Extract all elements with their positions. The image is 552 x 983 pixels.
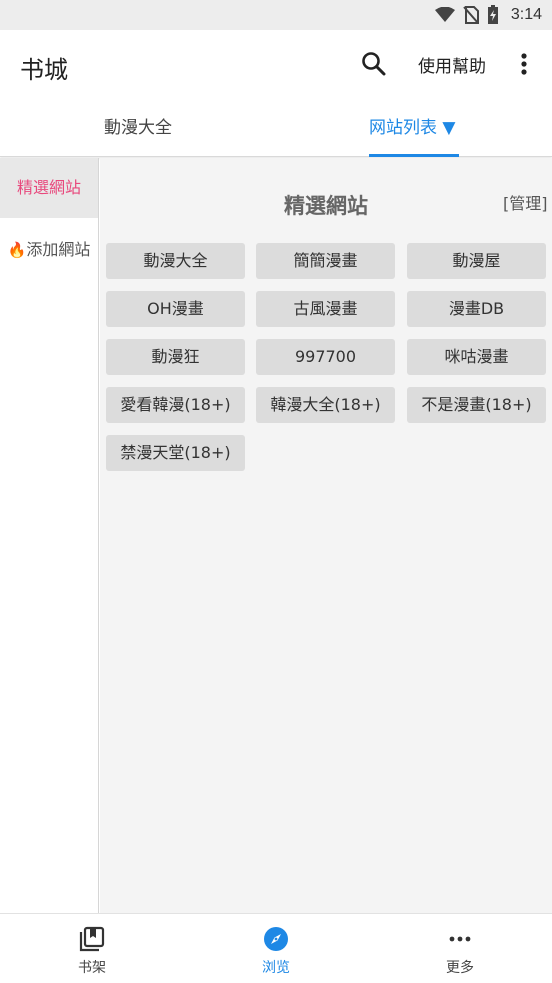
wifi-icon bbox=[434, 7, 455, 22]
site-button[interactable]: 不是漫畫(18+) bbox=[407, 387, 546, 423]
nav-bookshelf[interactable]: 书架 bbox=[52, 914, 132, 983]
no-sim-icon bbox=[463, 6, 479, 24]
search-icon bbox=[362, 52, 386, 76]
site-button[interactable]: OH漫畫 bbox=[106, 291, 245, 327]
search-button[interactable] bbox=[360, 50, 388, 78]
site-button[interactable]: 古風漫畫 bbox=[256, 291, 395, 327]
compass-icon bbox=[264, 927, 288, 951]
manage-button[interactable]: [管理] bbox=[503, 190, 548, 214]
bottom-nav: 书架 浏览 更多 bbox=[0, 913, 552, 983]
app-bar: 书城 使用幫助 bbox=[0, 30, 552, 100]
site-button[interactable]: 997700 bbox=[256, 339, 395, 375]
bookshelf-icon bbox=[79, 926, 105, 952]
site-button[interactable]: 簡簡漫畫 bbox=[256, 243, 395, 279]
tab-bar: 動漫大全 网站列表 ▼ bbox=[0, 100, 552, 157]
site-button[interactable]: 動漫屋 bbox=[407, 243, 546, 279]
panel-title: 精選網站 bbox=[284, 194, 368, 218]
site-button[interactable]: 愛看韓漫(18+) bbox=[106, 387, 245, 423]
site-panel: 精選網站 [管理] 動漫大全 簡簡漫畫 動漫屋 OH漫畫 古風漫畫 漫畫DB 動… bbox=[100, 158, 552, 913]
more-vertical-icon bbox=[521, 53, 527, 75]
status-time: 3:14 bbox=[510, 6, 542, 23]
site-button[interactable]: 咪咕漫畫 bbox=[407, 339, 546, 375]
sidebar-item-add-site[interactable]: 🔥添加網站 bbox=[0, 220, 98, 280]
sidebar: 精選網站 🔥添加網站 bbox=[0, 158, 99, 913]
tab-indicator bbox=[369, 154, 459, 157]
app-title: 书城 bbox=[20, 56, 68, 84]
overflow-menu-button[interactable] bbox=[512, 50, 536, 78]
status-bar: 3:14 bbox=[0, 0, 552, 30]
nav-label: 更多 bbox=[446, 960, 474, 976]
tab-anime-all[interactable]: 動漫大全 bbox=[104, 100, 172, 157]
sidebar-item-label: 添加網站 bbox=[26, 240, 91, 259]
nav-more[interactable]: 更多 bbox=[420, 914, 500, 983]
sidebar-item-featured[interactable]: 精選網站 bbox=[0, 158, 98, 218]
site-button[interactable]: 韓漫大全(18+) bbox=[256, 387, 395, 423]
nav-label: 书架 bbox=[78, 960, 106, 976]
help-button[interactable]: 使用幫助 bbox=[418, 52, 486, 77]
more-dots-icon bbox=[449, 936, 471, 942]
fire-icon: 🔥 bbox=[7, 241, 27, 259]
site-button[interactable]: 動漫狂 bbox=[106, 339, 245, 375]
site-button[interactable]: 動漫大全 bbox=[106, 243, 245, 279]
battery-charging-icon bbox=[487, 5, 498, 24]
status-icons: 3:14 bbox=[434, 4, 542, 26]
nav-browse[interactable]: 浏览 bbox=[236, 914, 316, 983]
nav-label: 浏览 bbox=[262, 960, 290, 976]
tab-site-list[interactable]: 网站列表 ▼ bbox=[369, 100, 455, 157]
site-button[interactable]: 漫畫DB bbox=[407, 291, 546, 327]
site-button[interactable]: 禁漫天堂(18+) bbox=[106, 435, 245, 471]
